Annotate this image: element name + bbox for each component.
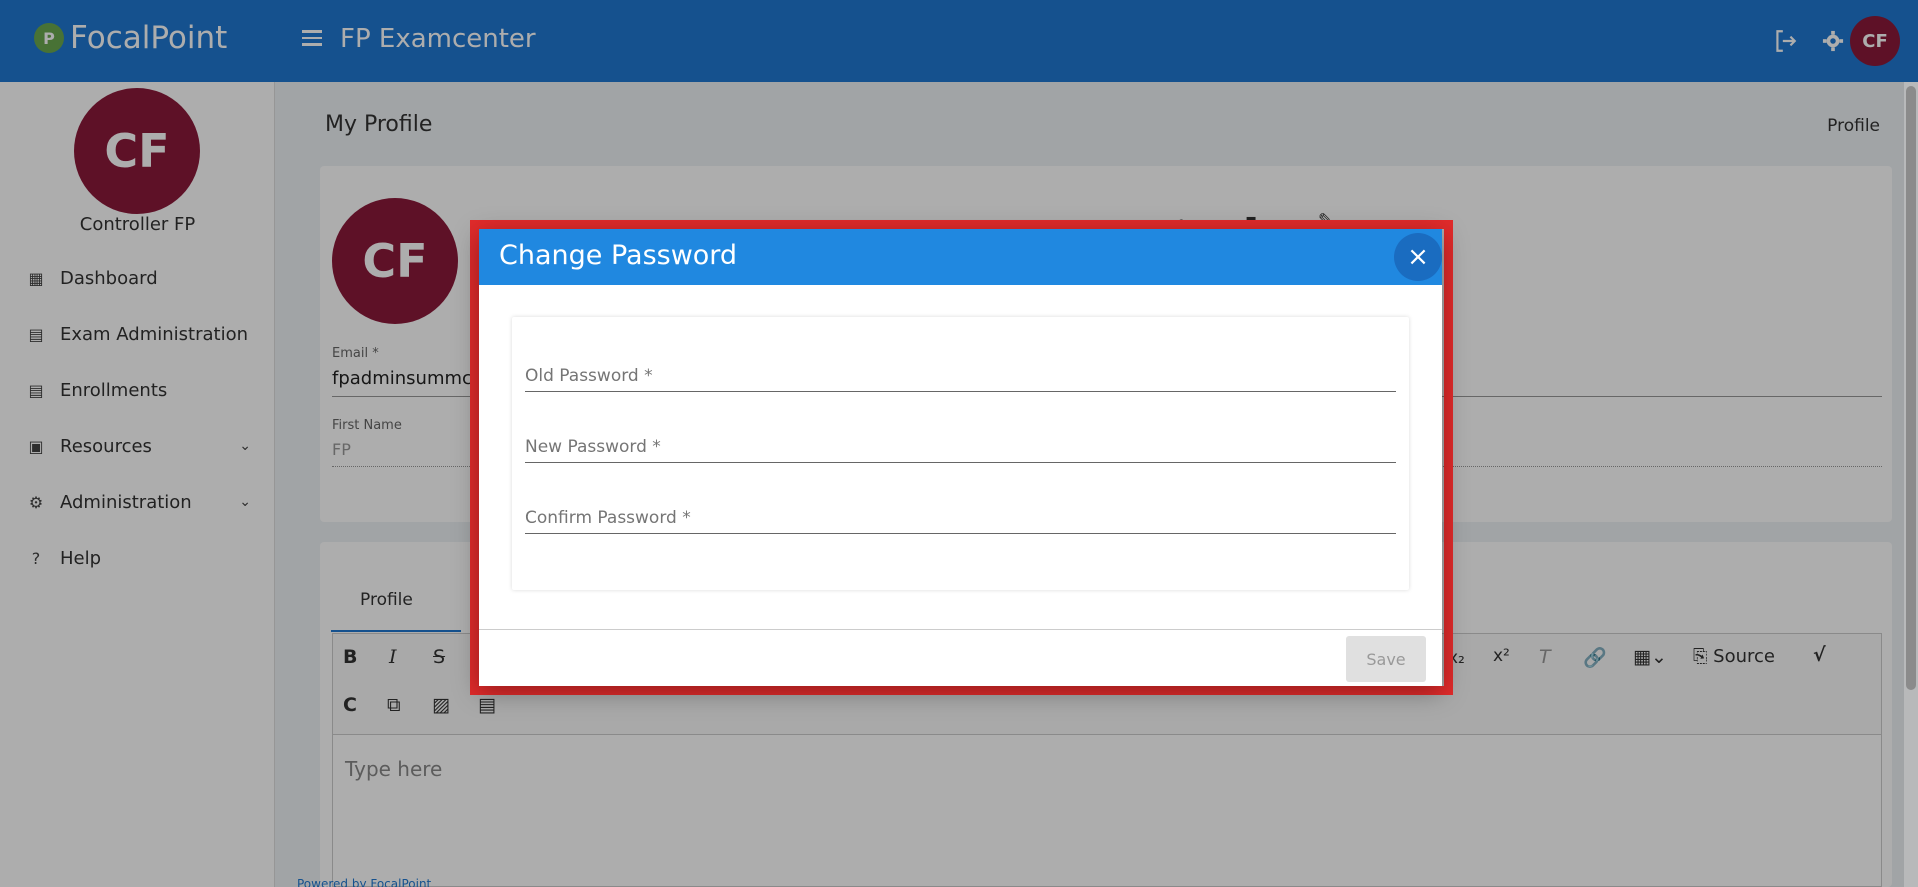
confirm-password-field[interactable] [525, 494, 1396, 534]
dialog-title: Change Password [499, 240, 738, 271]
confirm-password-input[interactable] [525, 494, 1396, 533]
dialog-header: Change Password × [479, 229, 1442, 285]
old-password-input[interactable] [525, 352, 1396, 391]
dialog-footer-divider [479, 629, 1442, 630]
close-icon: × [1407, 242, 1429, 272]
new-password-field[interactable] [525, 423, 1396, 463]
change-password-dialog: Change Password × Save [479, 229, 1442, 686]
scrollbar-thumb[interactable] [1906, 86, 1916, 690]
new-password-input[interactable] [525, 423, 1396, 462]
save-button[interactable]: Save [1346, 636, 1426, 682]
close-button[interactable]: × [1394, 233, 1442, 281]
old-password-field[interactable] [525, 352, 1396, 392]
password-form [512, 317, 1409, 590]
